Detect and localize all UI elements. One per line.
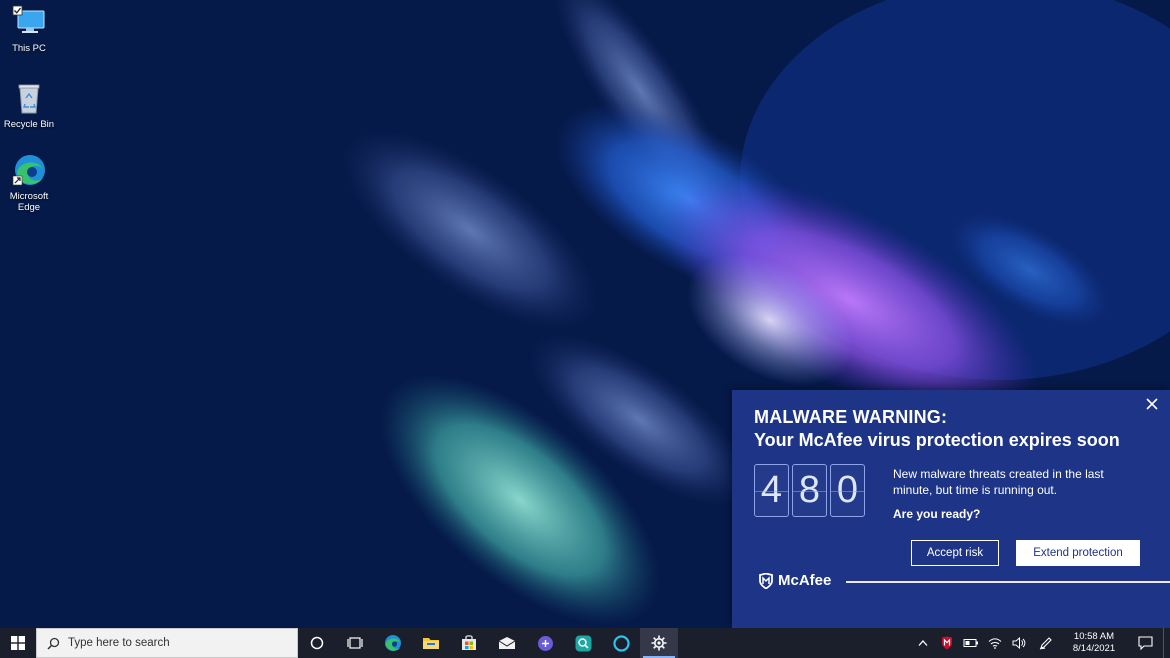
brand-name: McAfee <box>778 572 832 589</box>
edge-icon <box>385 635 401 651</box>
tray-volume[interactable] <box>1007 628 1031 658</box>
popup-description: New malware threats created in the last … <box>893 467 1104 497</box>
mail-icon <box>498 637 516 649</box>
windows-icon <box>11 636 25 650</box>
recycle-bin-icon <box>18 84 40 114</box>
taskbar-settings[interactable] <box>640 628 678 658</box>
start-button[interactable] <box>0 628 36 658</box>
wifi-icon <box>988 638 1002 649</box>
tray-pen[interactable] <box>1031 628 1061 658</box>
brand-divider <box>846 581 1170 583</box>
notification-icon <box>1137 636 1153 650</box>
taskbar-alexa[interactable] <box>602 628 640 658</box>
tray-mcafee[interactable] <box>935 628 959 658</box>
battery-icon <box>963 639 978 647</box>
cortana-button[interactable] <box>298 628 336 658</box>
search-icon <box>47 637 60 650</box>
mcafee-shield-icon <box>759 572 773 589</box>
pen-icon <box>1039 637 1052 650</box>
desktop-icon-this-pc[interactable]: This PC <box>0 4 58 54</box>
task-view-icon <box>347 637 363 649</box>
tray-network[interactable] <box>983 628 1007 658</box>
app-icon <box>537 635 553 651</box>
chevron-up-icon <box>918 640 928 646</box>
close-icon <box>1146 398 1158 410</box>
edge-icon <box>12 155 45 186</box>
desktop-icon-label: This PC <box>12 43 46 54</box>
counter-digit: 4 <box>754 464 789 517</box>
taskbar-mail[interactable] <box>488 628 526 658</box>
taskbar-edge[interactable] <box>374 628 412 658</box>
counter-digit: 0 <box>830 464 865 517</box>
threat-counter: 4 8 0 <box>754 464 865 517</box>
tray-battery[interactable] <box>959 628 983 658</box>
show-desktop-button[interactable] <box>1163 628 1170 658</box>
taskbar-store[interactable] <box>450 628 488 658</box>
popup-subtitle: Your McAfee virus protection expires soo… <box>754 430 1120 450</box>
settings-icon <box>651 635 667 651</box>
close-button[interactable] <box>1142 394 1162 414</box>
this-pc-icon <box>12 5 45 33</box>
taskbar-search[interactable] <box>36 628 298 658</box>
mcafee-warning-popup: MALWARE WARNING: Your McAfee virus prote… <box>732 390 1170 628</box>
extend-protection-button[interactable]: Extend protection <box>1016 540 1140 566</box>
search-app-icon <box>575 635 591 651</box>
mcafee-logo: McAfee <box>758 572 831 589</box>
speaker-icon <box>1012 637 1026 649</box>
alexa-icon <box>612 634 630 652</box>
taskbar-file-explorer[interactable] <box>412 628 450 658</box>
desktop: This PC Recycle Bin Microsoft Edge MALWA… <box>0 0 1170 628</box>
popup-title: MALWARE WARNING: <box>754 407 948 427</box>
accept-risk-button[interactable]: Accept risk <box>911 540 999 566</box>
clock-date: 8/14/2021 <box>1072 643 1116 654</box>
taskbar: 10:58 AM 8/14/2021 <box>0 628 1170 658</box>
file-explorer-icon <box>423 638 439 649</box>
desktop-icon-recycle-bin[interactable]: Recycle Bin <box>0 80 58 130</box>
taskbar-clock[interactable]: 10:58 AM 8/14/2021 <box>1061 631 1127 655</box>
clock-time: 10:58 AM <box>1073 631 1115 642</box>
cortana-icon <box>310 636 324 650</box>
search-input[interactable] <box>68 637 268 649</box>
popup-question: Are you ready? <box>893 507 981 521</box>
desktop-icon-microsoft-edge[interactable]: Microsoft Edge <box>0 152 58 213</box>
system-tray: 10:58 AM 8/14/2021 <box>911 628 1170 658</box>
taskbar-app[interactable] <box>526 628 564 658</box>
show-hidden-icons-button[interactable] <box>911 628 935 658</box>
store-icon <box>462 635 476 650</box>
taskbar-search-app[interactable] <box>564 628 602 658</box>
mcafee-tray-icon <box>942 636 952 650</box>
action-center-button[interactable] <box>1127 628 1163 658</box>
counter-digit: 8 <box>792 464 827 517</box>
task-view-button[interactable] <box>336 628 374 658</box>
desktop-icon-label: Microsoft Edge <box>9 191 49 213</box>
desktop-icon-label: Recycle Bin <box>3 119 55 130</box>
